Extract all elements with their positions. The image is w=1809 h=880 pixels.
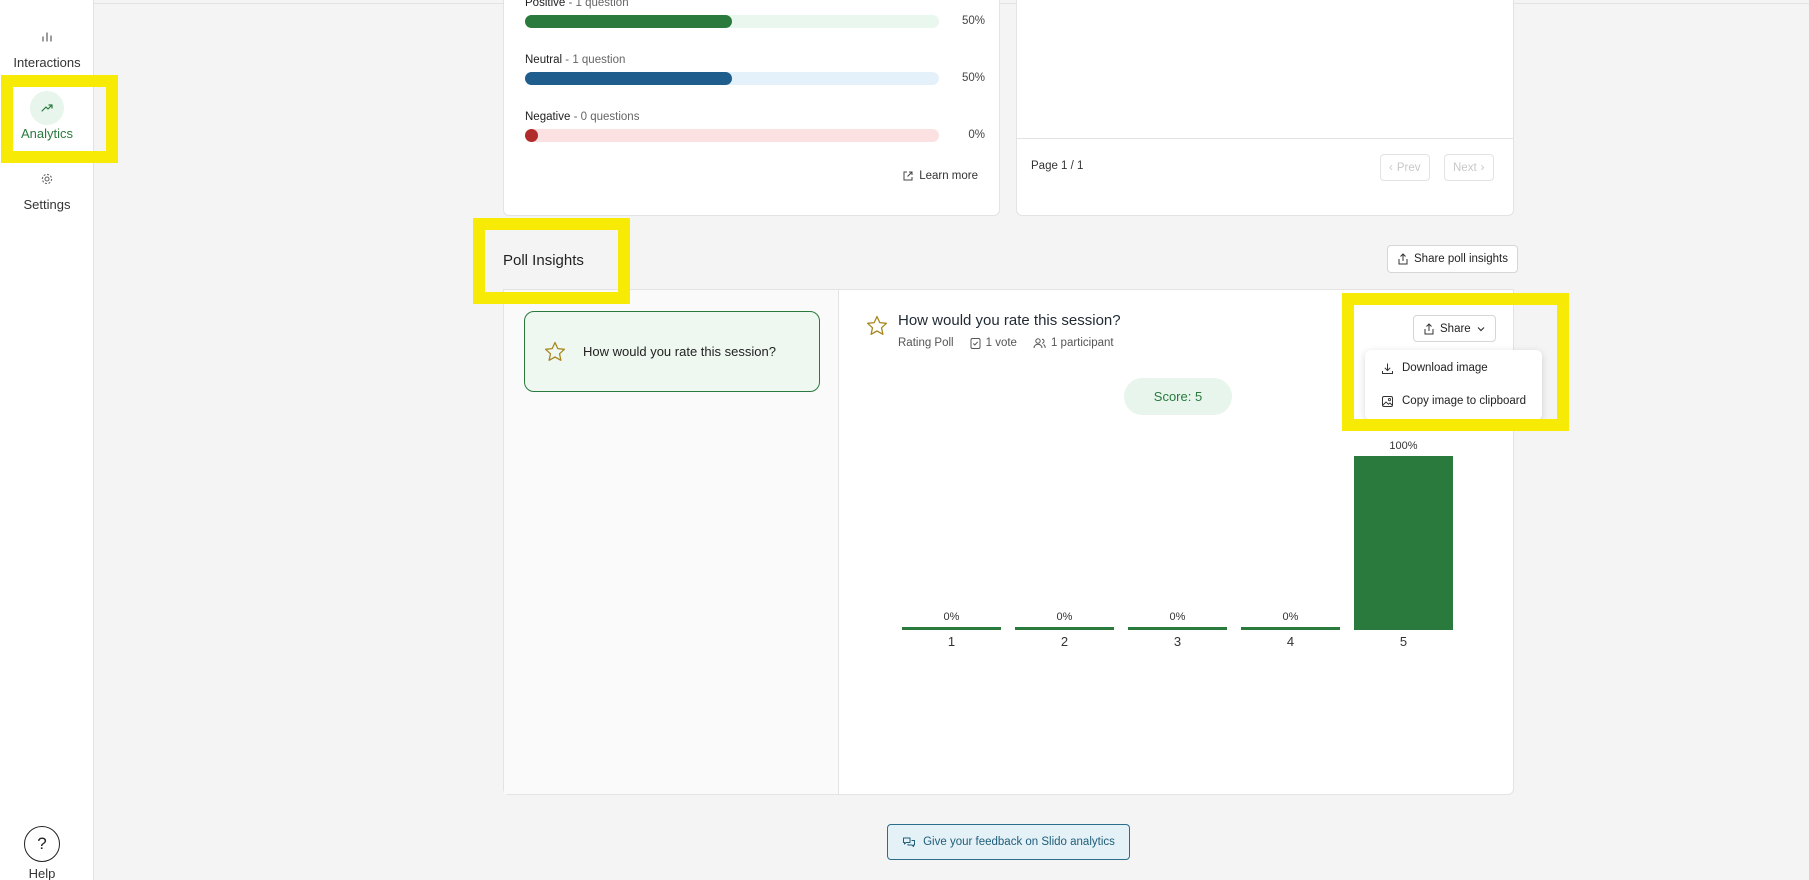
sentiment-name: Neutral [525, 54, 563, 66]
share-icon [1424, 322, 1434, 334]
sidebar-item-interactions[interactable]: Interactions [0, 20, 94, 70]
vote-icon [970, 338, 981, 349]
sentiment-bar-track [525, 72, 939, 85]
questions-list-card: Page 1 / 1 ‹ Prev Next › [1016, 0, 1514, 216]
sentiment-percent: 0% [968, 129, 985, 141]
poll-list-item-text: How would you rate this session? [583, 344, 776, 359]
feedback-label: Give your feedback on Slido analytics [923, 836, 1115, 848]
help-icon: ? [24, 826, 60, 862]
vote-count: 1 vote [985, 337, 1017, 349]
poll-meta: Rating Poll 1 vote 1 participant [898, 337, 1114, 349]
score-badge: Score: 5 [1124, 378, 1232, 415]
prev-label: Prev [1396, 161, 1421, 174]
chart-data-label: 0% [1283, 611, 1299, 623]
list-footer-divider [1017, 138, 1513, 139]
sentiment-row-negative: Negative - 0 questions 0% [525, 111, 985, 142]
poll-insights-panel: How would you rate this session? How wou… [503, 289, 1542, 795]
sidebar-item-label: Interactions [13, 55, 81, 70]
chart-bar-4 [1241, 627, 1340, 630]
download-image-label: Download image [1402, 362, 1488, 374]
participant-count: 1 participant [1050, 337, 1114, 349]
share-icon [1398, 253, 1408, 265]
feedback-button[interactable]: Give your feedback on Slido analytics [887, 824, 1130, 860]
poll-list-item[interactable]: How would you rate this session? [524, 311, 820, 392]
learn-more-label: Learn more [919, 170, 978, 182]
share-dropdown-menu: Download image Copy image to clipboard [1365, 350, 1542, 420]
sentiment-bar-track [525, 15, 939, 28]
chevron-down-icon [1477, 326, 1485, 331]
help-label: Help [28, 866, 56, 880]
trending-up-icon [30, 91, 64, 125]
chart-tick-label: 4 [1287, 634, 1294, 649]
poll-list: How would you rate this session? [504, 290, 839, 794]
sidebar-item-analytics[interactable]: Analytics [0, 91, 94, 141]
sentiment-bar-fill [525, 72, 732, 85]
sentiment-card: Positive - 1 question 50% Neutral - 1 qu… [503, 0, 1000, 216]
sentiment-name: Negative [525, 111, 571, 123]
chart-data-label: 0% [1170, 611, 1186, 623]
next-page-button[interactable]: Next › [1444, 154, 1494, 181]
copy-image-label: Copy image to clipboard [1402, 395, 1527, 407]
chart-bar-5 [1354, 456, 1453, 630]
poll-type: Rating Poll [898, 337, 954, 349]
sentiment-bar-fill [525, 129, 538, 142]
star-icon [544, 341, 566, 361]
sentiment-detail: 1 question [575, 0, 629, 9]
sentiment-detail: 0 questions [580, 111, 640, 123]
chart-bar-2 [1015, 627, 1114, 630]
chevron-right-icon: › [1480, 161, 1485, 174]
sentiment-detail: 1 question [572, 54, 626, 66]
sidebar-item-label: Settings [23, 197, 71, 212]
bar-chart-icon [30, 20, 64, 54]
prev-page-button[interactable]: ‹ Prev [1380, 154, 1430, 181]
external-link-icon [903, 171, 913, 181]
page-info: Page 1 / 1 [1031, 160, 1084, 172]
chart-tick-label: 2 [1061, 634, 1068, 649]
sidebar: Interactions Analytics Settings ? Help [0, 0, 94, 880]
share-button[interactable]: Share [1413, 315, 1496, 342]
sentiment-name: Positive [525, 0, 566, 9]
chevron-left-icon: ‹ [1389, 161, 1393, 174]
image-icon [1382, 395, 1393, 407]
sentiment-bar-fill [525, 15, 732, 28]
download-image-menu-item[interactable]: Download image [1365, 352, 1542, 384]
chart-bar-3 [1128, 627, 1227, 630]
next-label: Next [1453, 161, 1477, 174]
sentiment-bar-track [525, 129, 939, 142]
chart-tick-label: 5 [1400, 634, 1407, 649]
participants-icon [1033, 338, 1046, 349]
chart-bar-1 [902, 627, 1001, 630]
sentiment-row-neutral: Neutral - 1 question 50% [525, 54, 985, 85]
help-button[interactable]: ? Help [4, 826, 80, 880]
share-label: Share [1440, 322, 1471, 335]
chart-tick-label: 3 [1174, 634, 1181, 649]
star-icon [866, 315, 888, 335]
learn-more-link[interactable]: Learn more [902, 170, 978, 182]
chart-data-label: 100% [1389, 440, 1417, 452]
sentiment-percent: 50% [961, 15, 985, 27]
sentiment-percent: 50% [961, 72, 985, 84]
sidebar-item-settings[interactable]: Settings [0, 162, 94, 212]
poll-insights-title: Poll Insights [503, 252, 584, 269]
chart-tick-label: 1 [948, 634, 955, 649]
chat-bubbles-icon [903, 837, 916, 847]
share-poll-insights-button[interactable]: Share poll insights [1387, 245, 1518, 273]
download-icon [1382, 363, 1393, 374]
chart-data-label: 0% [944, 611, 960, 623]
share-poll-insights-label: Share poll insights [1414, 253, 1508, 265]
copy-image-menu-item[interactable]: Copy image to clipboard [1365, 385, 1542, 417]
chart-data-label: 0% [1057, 611, 1073, 623]
sidebar-item-label: Analytics [20, 126, 74, 141]
gear-icon [30, 162, 64, 196]
sentiment-row-positive: Positive - 1 question 50% [525, 0, 985, 28]
poll-question: How would you rate this session? [898, 312, 1121, 329]
